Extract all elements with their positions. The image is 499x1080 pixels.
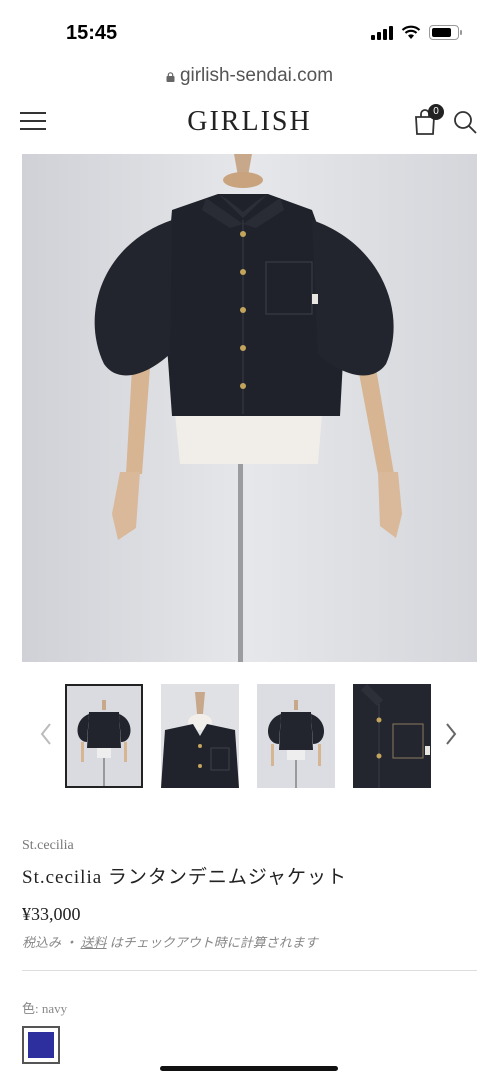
thumbnail-image (161, 684, 239, 788)
site-header: GIRLISH 0 (0, 92, 499, 152)
shipping-link[interactable]: 送料 (81, 935, 107, 950)
chevron-left-icon[interactable] (38, 722, 54, 746)
signal-icon (371, 24, 393, 40)
product-main-image[interactable] (22, 154, 477, 662)
lock-icon (166, 72, 175, 82)
swatch-fill (28, 1032, 54, 1058)
home-indicator (160, 1066, 338, 1071)
jacket-photo (22, 154, 477, 662)
url-text: girlish-sendai.com (179, 65, 334, 86)
color-swatch-navy[interactable] (22, 1026, 60, 1064)
status-bar: 15:45 (0, 0, 499, 62)
thumbnail-4[interactable] (353, 684, 431, 788)
wifi-icon (401, 25, 421, 39)
status-icons (371, 24, 462, 40)
thumbnail-gallery (0, 682, 499, 790)
cart-count-badge: 0 (428, 104, 444, 120)
tax-note: 税込み ・ 送料 はチェックアウト時に計算されます (22, 932, 318, 951)
thumbnail-2[interactable] (161, 684, 239, 788)
cart-button[interactable]: 0 (412, 104, 444, 136)
search-button[interactable] (452, 108, 478, 136)
color-label: 色: navy (22, 1001, 68, 1016)
chevron-right-icon[interactable] (443, 722, 459, 746)
product-price: ¥33,000 (22, 904, 81, 924)
thumbnail-image (257, 684, 335, 788)
url-bar[interactable]: girlish-sendai.com (0, 62, 499, 90)
product-brand[interactable]: St.cecilia (22, 838, 74, 854)
product-title: St.cecilia ランタンデニムジャケット (22, 867, 347, 888)
tax-note-prefix: 税込み ・ (22, 935, 81, 950)
search-icon (454, 111, 477, 134)
status-time: 15:45 (66, 22, 118, 44)
thumbnail-1[interactable] (65, 684, 143, 788)
tax-note-suffix: はチェックアウト時に計算されます (106, 935, 318, 950)
thumbnail-image (353, 684, 431, 788)
divider (22, 970, 477, 971)
thumbnail-image (67, 686, 141, 786)
thumbnail-3[interactable] (257, 684, 335, 788)
battery-icon (429, 24, 462, 40)
